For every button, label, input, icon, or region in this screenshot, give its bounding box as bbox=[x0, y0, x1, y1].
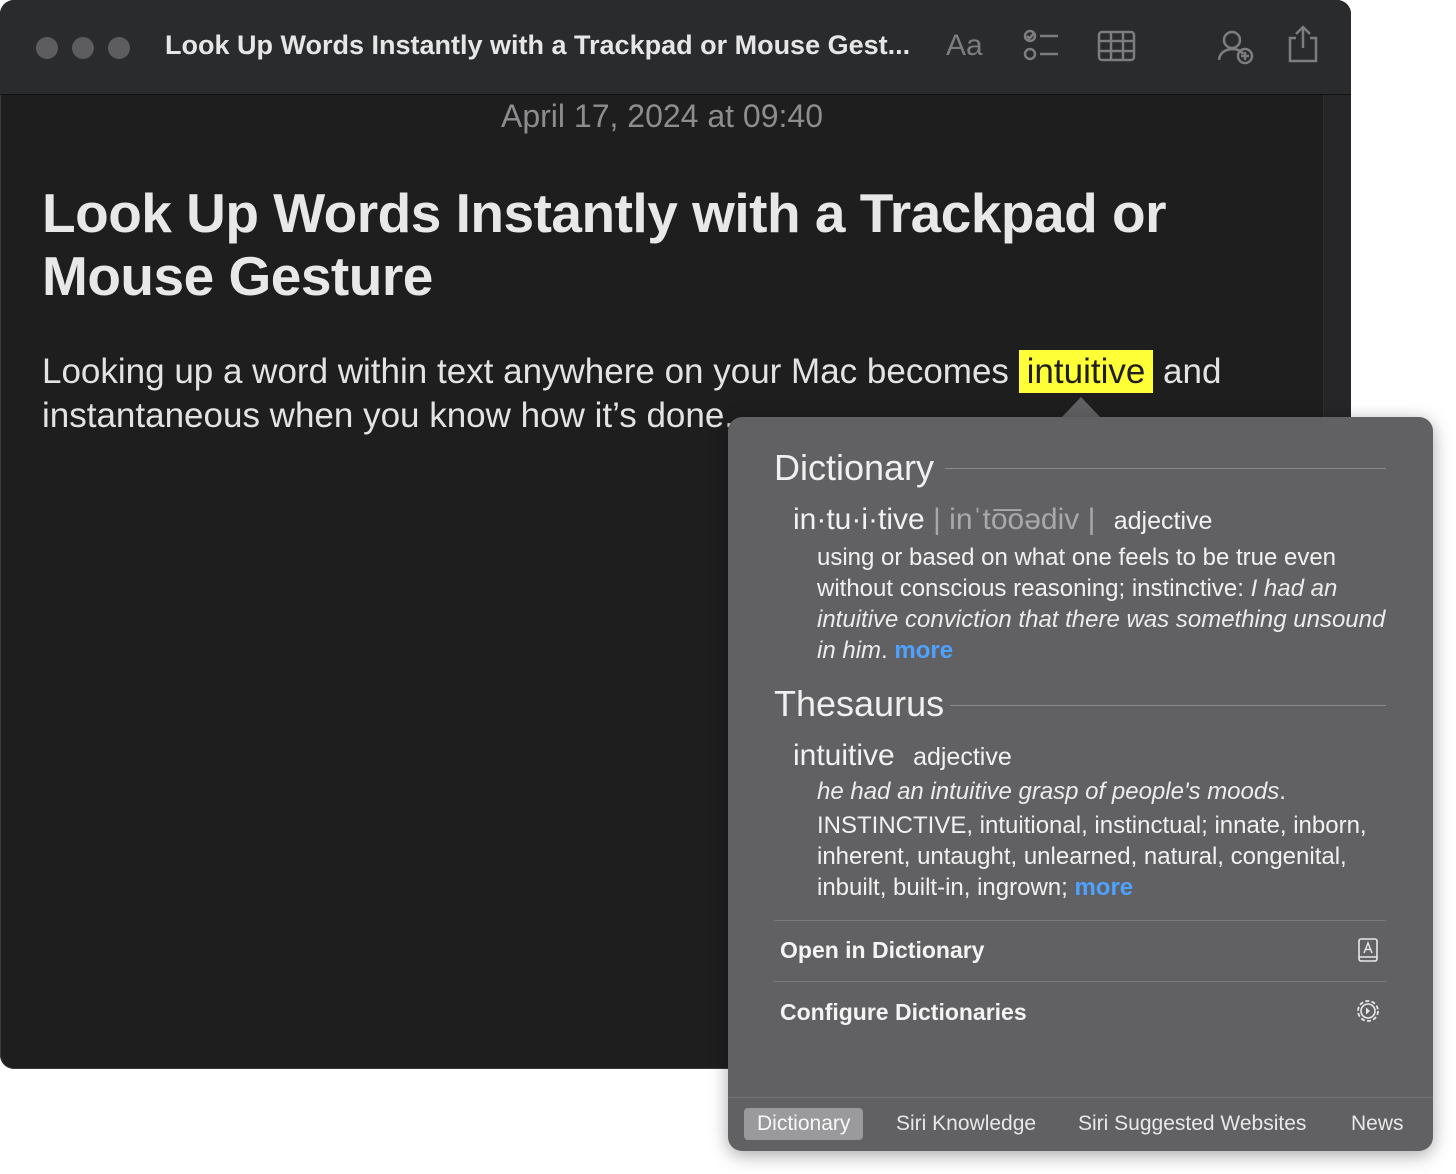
dictionary-heading-rule bbox=[945, 468, 1386, 469]
dictionary-more-link[interactable]: more bbox=[894, 637, 953, 664]
tab-siri-suggested-websites[interactable]: Siri Suggested Websites bbox=[1065, 1108, 1319, 1140]
table-icon[interactable] bbox=[1097, 26, 1137, 66]
close-button[interactable] bbox=[36, 37, 58, 59]
highlighted-word[interactable]: intuitive bbox=[1018, 350, 1154, 393]
thesaurus-heading-rule bbox=[950, 705, 1386, 706]
dictionary-entry: in·tu·i·tive | inˈto͞oədiv | adjective bbox=[793, 503, 1212, 537]
window-title: Look Up Words Instantly with a Trackpad … bbox=[165, 30, 911, 60]
dictionary-book-icon[interactable] bbox=[1355, 937, 1381, 963]
lookup-popover: Dictionary in·tu·i·tive | inˈto͞oədiv | … bbox=[728, 417, 1433, 1151]
thesaurus-more-link[interactable]: more bbox=[1074, 874, 1133, 901]
thesaurus-example: he had an intuitive grasp of people's mo… bbox=[817, 778, 1286, 805]
note-title[interactable]: Look Up Words Instantly with a Trackpad … bbox=[42, 182, 1242, 308]
dictionary-definition: using or based on what one feels to be t… bbox=[817, 544, 1386, 664]
format-button[interactable]: Aa bbox=[946, 29, 986, 69]
thesaurus-synonyms: INSTINCTIVE, intuitional, instinctual; i… bbox=[817, 810, 1387, 903]
tab-news[interactable]: News bbox=[1338, 1108, 1417, 1140]
pronunciation: | inˈto͞oədiv | bbox=[933, 503, 1096, 536]
dictionary-heading: Dictionary bbox=[774, 447, 935, 488]
note-date: April 17, 2024 at 09:40 bbox=[500, 98, 823, 134]
popover-divider bbox=[774, 920, 1386, 921]
tab-siri-knowledge[interactable]: Siri Knowledge bbox=[883, 1108, 1049, 1140]
window-controls bbox=[36, 37, 130, 59]
open-in-dictionary-button[interactable]: Open in Dictionary bbox=[780, 937, 984, 964]
thesaurus-headword: intuitive bbox=[793, 739, 895, 772]
configure-dictionaries-button[interactable]: Configure Dictionaries bbox=[780, 999, 1027, 1026]
lookup-tab-bar: Dictionary Siri Knowledge Siri Suggested… bbox=[728, 1097, 1433, 1151]
popover-arrow bbox=[1061, 397, 1101, 418]
collaborate-icon[interactable] bbox=[1216, 26, 1256, 66]
thesaurus-entry: intuitive adjective bbox=[793, 739, 1012, 773]
thesaurus-heading: Thesaurus bbox=[774, 683, 945, 724]
popover-divider bbox=[774, 981, 1386, 982]
body-text-before: Looking up a word within text anywhere o… bbox=[42, 352, 1019, 391]
zoom-button[interactable] bbox=[108, 37, 130, 59]
gear-icon[interactable] bbox=[1355, 998, 1381, 1024]
minimize-button[interactable] bbox=[72, 37, 94, 59]
checklist-icon[interactable] bbox=[1022, 26, 1062, 66]
title-bar: Look Up Words Instantly with a Trackpad … bbox=[0, 0, 1351, 95]
share-icon[interactable] bbox=[1283, 24, 1323, 64]
dictionary-headword: in·tu·i·tive bbox=[793, 503, 925, 536]
dictionary-part-of-speech: adjective bbox=[1113, 507, 1213, 535]
thesaurus-part-of-speech: adjective bbox=[913, 743, 1012, 771]
primary-synonym: INSTINCTIVE bbox=[817, 812, 967, 839]
thesaurus-example-text: he had an intuitive grasp of people's mo… bbox=[817, 778, 1280, 805]
tab-dictionary[interactable]: Dictionary bbox=[744, 1108, 864, 1140]
